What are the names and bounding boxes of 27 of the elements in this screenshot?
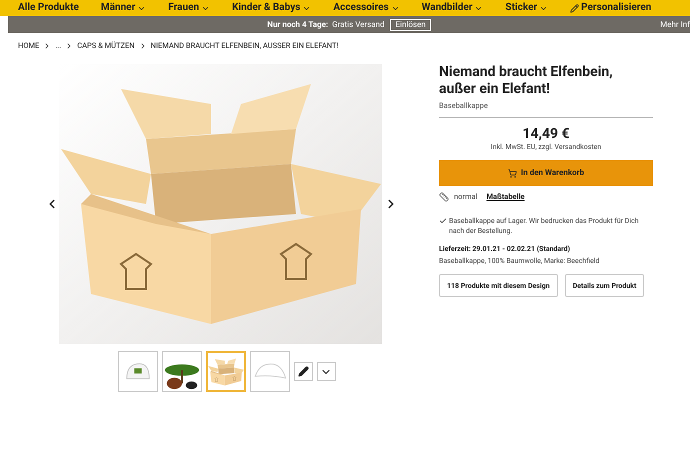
promo-text: Gratis Versand bbox=[332, 18, 384, 30]
edit-button[interactable] bbox=[294, 362, 312, 382]
nav-link[interactable]: Wandbilder bbox=[422, 2, 484, 14]
nav-link[interactable]: Sticker bbox=[505, 2, 548, 14]
cart-icon bbox=[508, 168, 517, 178]
nav-link[interactable]: Frauen bbox=[168, 2, 210, 14]
redeem-button[interactable]: Einlösen bbox=[390, 18, 431, 30]
pencil-icon bbox=[570, 4, 580, 12]
product-thumbnail[interactable] bbox=[250, 351, 290, 392]
product-thumbnail[interactable] bbox=[162, 351, 202, 392]
more-info-link[interactable]: Mehr Inf bbox=[660, 18, 690, 30]
expand-button[interactable] bbox=[316, 362, 336, 382]
product-title: Niemand braucht Elfenbein, außer ein Elefant! bbox=[439, 64, 614, 98]
check-icon bbox=[439, 217, 447, 226]
nav-link[interactable]: Personalisieren bbox=[570, 2, 652, 14]
product-thumbnail[interactable] bbox=[206, 351, 246, 392]
nav-link[interactable]: Alle Produkte bbox=[18, 2, 79, 14]
size-icon bbox=[439, 192, 449, 202]
nav-link[interactable]: Kinder & Babys bbox=[232, 2, 312, 14]
nav-link[interactable]: Männer bbox=[100, 2, 146, 14]
price: 14,49 € bbox=[521, 126, 571, 142]
promo-highlight: Nur noch 4 Tage: bbox=[267, 18, 328, 30]
cardboard-box-drawing bbox=[208, 356, 244, 387]
pencil-icon bbox=[298, 366, 308, 378]
add-to-cart-button[interactable]: In den Warenkorb bbox=[439, 160, 653, 186]
product-thumbnail[interactable] bbox=[118, 351, 158, 392]
nav-link[interactable]: Accessoires bbox=[333, 2, 400, 14]
